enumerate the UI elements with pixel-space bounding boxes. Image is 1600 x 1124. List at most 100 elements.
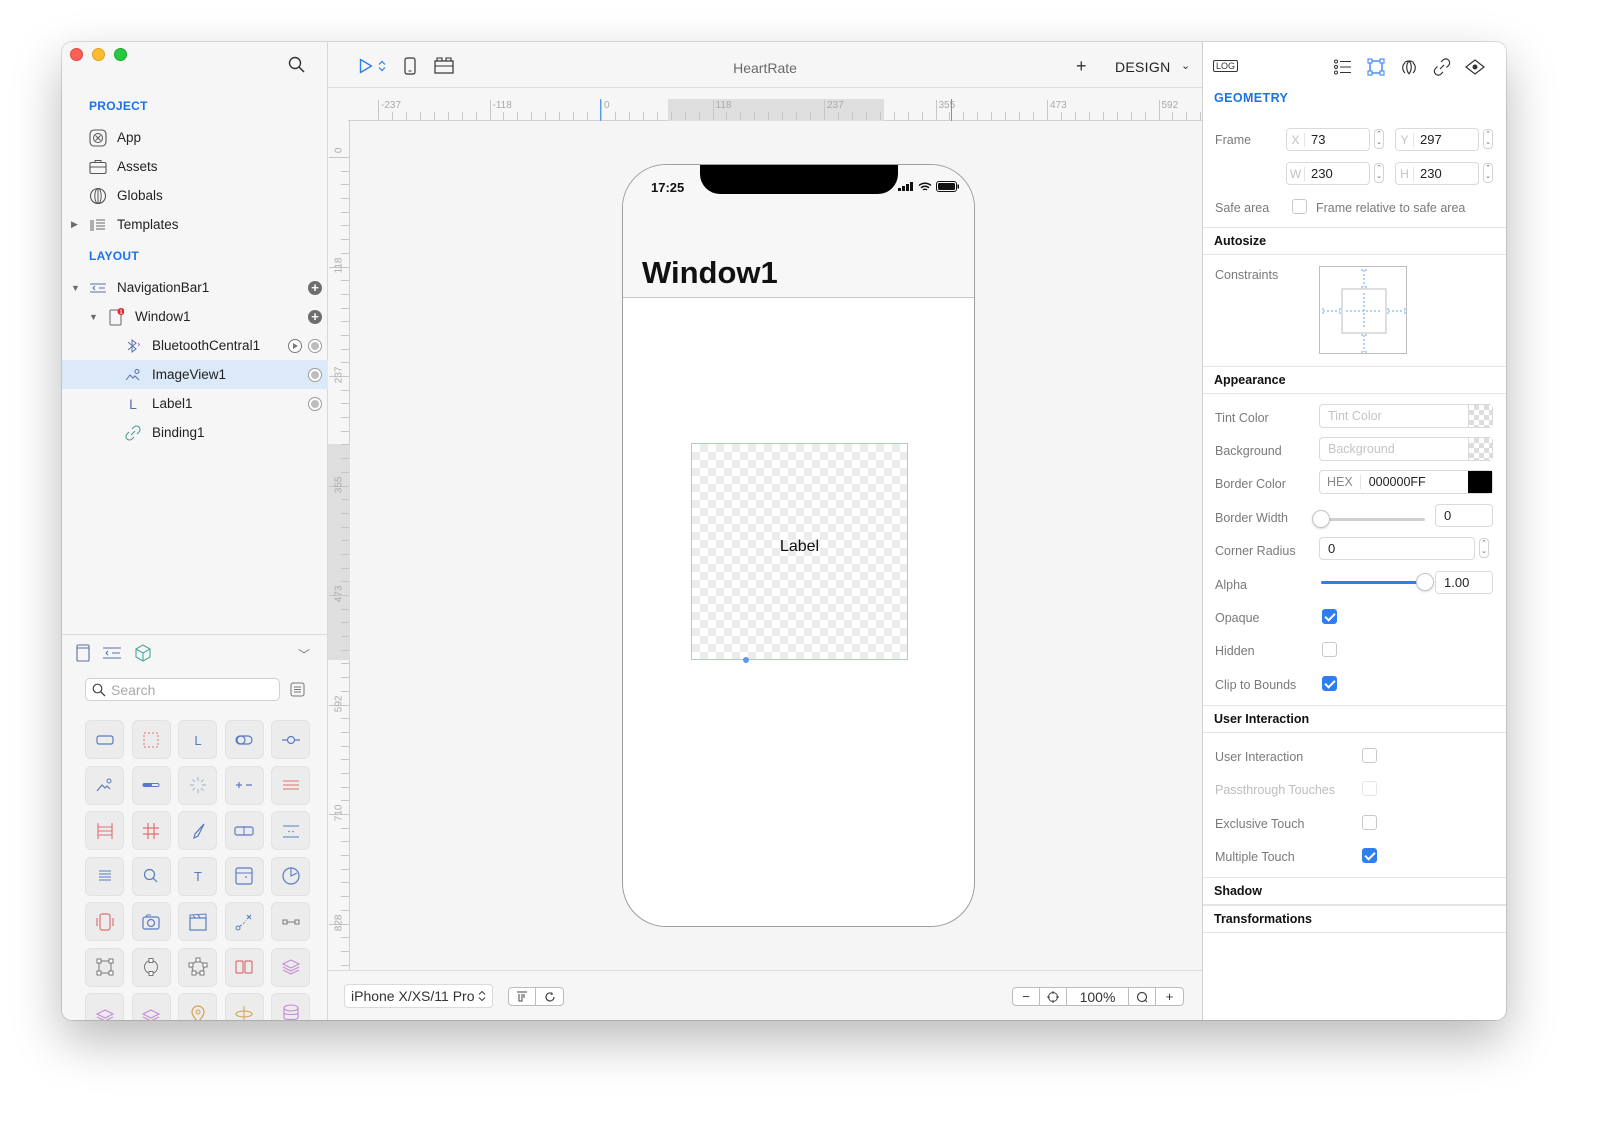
library-item-image-view[interactable] <box>85 765 124 805</box>
library-item-stepper[interactable] <box>224 765 264 805</box>
library-item-vibration[interactable] <box>85 902 124 941</box>
library-item-connector[interactable] <box>271 902 310 941</box>
canvas[interactable]: 17:25 Window1 Label <box>350 122 1202 970</box>
library-item-progress-view[interactable] <box>131 765 171 805</box>
library-item-switch[interactable] <box>224 720 264 759</box>
appearance-tab-icon[interactable] <box>1399 57 1419 77</box>
frame-h-field[interactable]: H 230 <box>1395 162 1479 185</box>
library-item-polygon-shape[interactable] <box>178 947 217 987</box>
close-button[interactable] <box>70 48 83 61</box>
frame-w-field[interactable]: W 230 <box>1286 162 1370 185</box>
library-item-search-bar[interactable] <box>131 856 171 896</box>
add-button[interactable]: + <box>1076 56 1087 77</box>
corner-radius-stepper[interactable]: ⌃ ⌄ <box>1479 538 1489 558</box>
resize-handle[interactable] <box>743 657 749 663</box>
library-item-layers-3[interactable] <box>131 993 171 1020</box>
library-item-rectangle-shape[interactable] <box>85 947 124 987</box>
library-item-button[interactable] <box>85 720 124 759</box>
list-view-icon[interactable] <box>290 682 305 697</box>
frame-y-field[interactable]: Y 297 <box>1395 128 1479 151</box>
border-color-field[interactable]: HEX 000000FF <box>1319 470 1493 494</box>
autosize-section[interactable]: Autosize <box>1203 227 1506 255</box>
library-item-segmented-separator[interactable] <box>271 765 310 805</box>
device-selector[interactable]: iPhone X/XS/11 Pro <box>344 984 494 1008</box>
list-tab-icon[interactable] <box>1333 57 1353 77</box>
disclosure-down-icon[interactable]: ▼ <box>71 283 80 293</box>
label-preview[interactable]: Label <box>692 538 907 556</box>
geometry-tab-icon[interactable] <box>1366 57 1386 77</box>
library-search[interactable] <box>85 678 280 701</box>
library-item-compass[interactable] <box>178 811 217 850</box>
background-color-field[interactable]: Background <box>1319 437 1493 461</box>
zoom-level[interactable]: 100% <box>1067 988 1129 1005</box>
zoom-in-button[interactable]: + <box>1156 988 1183 1005</box>
library-item-page-control[interactable] <box>271 811 310 850</box>
hidden-checkbox[interactable] <box>1322 642 1337 657</box>
add-child-button[interactable]: + <box>308 280 322 295</box>
frame-w-stepper[interactable]: ⌃ ⌄ <box>1374 163 1384 183</box>
disclosure-down-icon[interactable]: ▼ <box>89 312 98 322</box>
log-button[interactable]: LOG <box>1213 60 1239 72</box>
sidebar-item-app[interactable]: App <box>62 123 328 152</box>
library-item-date-picker[interactable] <box>224 856 264 896</box>
border-width-field[interactable]: 0 <box>1435 504 1493 527</box>
add-child-button[interactable]: + <box>308 309 322 324</box>
library-item-text-view[interactable] <box>85 856 124 896</box>
border-color-swatch[interactable] <box>1468 471 1492 493</box>
frame-x-field[interactable]: X 73 <box>1286 128 1370 151</box>
background-color-swatch[interactable] <box>1468 438 1492 460</box>
link-tab-icon[interactable] <box>1432 57 1452 77</box>
user-interaction-checkbox[interactable] <box>1362 748 1377 763</box>
window-tab-icon[interactable] <box>76 644 90 662</box>
multiple-touch-checkbox[interactable] <box>1362 848 1377 863</box>
library-item-level[interactable] <box>224 993 264 1020</box>
frame-h-stepper[interactable]: ⌃ ⌄ <box>1483 163 1493 183</box>
library-item-layers-2[interactable] <box>85 993 124 1020</box>
corner-radius-field[interactable]: 0 <box>1319 537 1475 560</box>
tint-color-swatch[interactable] <box>1468 405 1492 427</box>
library-item-clock[interactable] <box>271 856 310 896</box>
library-item-camera[interactable] <box>131 902 171 941</box>
clip-to-bounds-checkbox[interactable] <box>1322 676 1337 691</box>
layout-item-navigationbar1[interactable]: ▼ NavigationBar1 + <box>62 273 328 302</box>
layout-item-binding1[interactable]: Binding1 <box>62 418 328 447</box>
shadow-section[interactable]: Shadow <box>1203 877 1506 905</box>
library-item-media-player[interactable] <box>178 902 217 941</box>
library-item-text-field[interactable]: T <box>178 856 217 896</box>
layout-item-bluetoothcentral1[interactable]: BluetoothCentral1 <box>62 331 328 360</box>
library-item-segmented-control[interactable] <box>224 811 264 850</box>
safe-area-checkbox[interactable] <box>1292 199 1307 214</box>
library-item-view[interactable] <box>131 720 171 759</box>
sidebar-item-templates[interactable]: ▶ Templates <box>62 210 328 239</box>
objects-tab-icon[interactable] <box>134 644 152 662</box>
sidebar-item-globals[interactable]: Globals <box>62 181 328 210</box>
library-item-location-pin[interactable] <box>178 993 217 1020</box>
library-item-database[interactable] <box>271 993 310 1020</box>
disclosure-right-icon[interactable]: ▶ <box>71 219 78 230</box>
border-width-slider[interactable] <box>1312 510 1425 528</box>
tint-color-field[interactable]: Tint Color <box>1319 404 1493 428</box>
zoom-button[interactable] <box>114 48 127 61</box>
library-item-columns[interactable] <box>224 947 264 987</box>
image-view-preview[interactable]: Label <box>691 443 908 663</box>
library-item-table-view[interactable] <box>85 811 124 850</box>
sidebar-item-assets[interactable]: Assets <box>62 152 328 181</box>
library-search-input[interactable] <box>111 681 271 698</box>
visibility-toggle[interactable] <box>308 396 322 411</box>
frame-y-stepper[interactable]: ⌃ ⌄ <box>1483 129 1493 149</box>
library-item-slider[interactable] <box>271 720 310 759</box>
library-item-activity-indicator[interactable] <box>178 765 217 805</box>
alpha-slider[interactable] <box>1321 573 1434 591</box>
mode-selector[interactable]: DESIGN <box>1115 59 1170 75</box>
alpha-field[interactable]: 1.00 <box>1435 571 1493 594</box>
library-item-grid-view[interactable] <box>131 811 171 850</box>
exclusive-touch-checkbox[interactable] <box>1362 815 1377 830</box>
frame-x-stepper[interactable]: ⌃ ⌄ <box>1374 129 1384 149</box>
library-item-circle-shape[interactable] <box>131 947 171 987</box>
transformations-section[interactable]: Transformations <box>1203 905 1506 933</box>
appearance-section[interactable]: Appearance <box>1203 366 1506 394</box>
library-item-layers[interactable] <box>271 947 310 987</box>
chevron-down-icon[interactable]: ⌄ <box>1181 59 1190 72</box>
navigation-tab-icon[interactable] <box>102 647 122 659</box>
zoom-out-button[interactable]: − <box>1013 988 1040 1005</box>
